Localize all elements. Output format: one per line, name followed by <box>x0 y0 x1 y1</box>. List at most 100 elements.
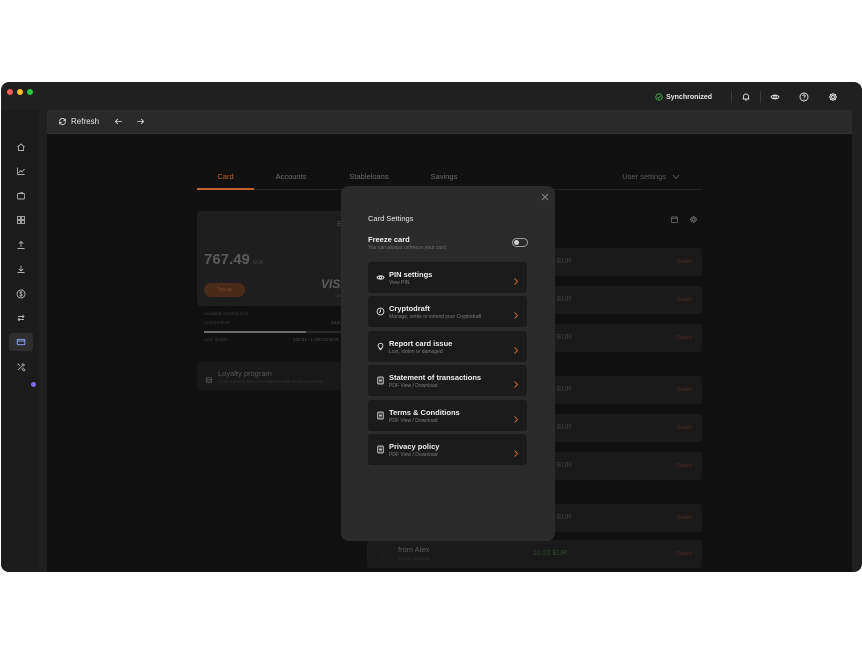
menu-item-privacy[interactable]: Privacy policy PDF View / Download <box>368 434 527 465</box>
mi-icon-wrap <box>376 307 385 316</box>
mi-icon-wrap <box>376 342 385 351</box>
card-panel: E 767.49 EUR Top up VISA Debit <box>197 211 349 306</box>
chev-wrap <box>513 342 519 354</box>
transaction-amount: EUR <box>557 424 572 431</box>
transaction-amount: EUR <box>557 296 572 303</box>
refresh-label: Refresh <box>71 117 100 126</box>
refresh-button[interactable]: Refresh <box>58 117 99 126</box>
card-icon <box>16 338 26 346</box>
menu-item-title: Cryptodraft <box>389 304 430 313</box>
close-icon <box>541 193 548 200</box>
sidebar-item-apps[interactable] <box>9 211 33 229</box>
card-settings-modal: Card Settings Freeze card You can always… <box>341 186 555 541</box>
mi-icon-wrap <box>376 376 385 385</box>
chev-wrap <box>513 376 519 388</box>
modal-close-button[interactable] <box>540 192 549 201</box>
tab-accounts[interactable]: Accounts <box>265 172 317 190</box>
eye-icon <box>376 275 385 280</box>
chart-icon <box>17 167 25 175</box>
chev-wrap <box>513 273 519 285</box>
chev-wrap <box>513 411 519 423</box>
sidebar-item-receive[interactable] <box>9 260 33 278</box>
chev-wrap <box>513 445 519 457</box>
gear-icon[interactable] <box>689 215 698 224</box>
user-settings-dropdown[interactable]: User settings <box>622 172 680 181</box>
transaction-details-link[interactable]: Details <box>677 335 692 341</box>
sidebar-item-analytics[interactable] <box>9 162 33 180</box>
transaction-subtitle: Top up received <box>398 556 430 561</box>
upload-icon <box>17 240 25 249</box>
forward-button[interactable] <box>135 117 145 127</box>
notifications-button[interactable] <box>741 92 751 102</box>
transaction-details-link[interactable]: Details <box>677 387 692 393</box>
help-icon <box>799 92 809 102</box>
chevron-down-icon <box>672 174 680 180</box>
home-icon <box>17 143 25 151</box>
chevron-right-icon <box>514 416 519 423</box>
transaction-row[interactable]: ↓ from Alex Top up received 10.22 EUR De… <box>367 540 702 568</box>
card-balance: 767.49 EUR <box>204 251 263 268</box>
limit-details-link[interactable]: Limit details <box>204 337 228 342</box>
loyalty-program-card[interactable]: Loyalty program Collect points and earn … <box>197 362 345 390</box>
toggle-knob <box>514 240 519 245</box>
window-controls <box>7 89 33 95</box>
minimize-window-button[interactable] <box>17 89 23 95</box>
chevron-right-icon <box>514 312 519 319</box>
sidebar-item-tools[interactable] <box>9 358 33 376</box>
maximize-window-button[interactable] <box>27 89 33 95</box>
mi-icon-wrap <box>376 445 385 454</box>
arrow-right-icon <box>136 118 144 125</box>
menu-item-title: Privacy policy <box>389 442 440 451</box>
sidebar-item-exchange[interactable] <box>9 309 33 327</box>
menu-item-title: PIN settings <box>389 270 433 279</box>
card-balance-currency: EUR <box>252 260 264 266</box>
transaction-details-link[interactable]: Details <box>677 463 692 469</box>
transactions-actions <box>670 215 698 224</box>
privacy-toggle-button[interactable] <box>770 92 780 102</box>
menu-item-terms[interactable]: Terms & Conditions PDF View / Download <box>368 400 527 431</box>
menu-item-cryptodraft[interactable]: Cryptodraft Manage, settle or extend you… <box>368 296 527 327</box>
close-window-button[interactable] <box>7 89 13 95</box>
menu-item-subtitle: PDF View / Download <box>389 383 438 389</box>
document-icon <box>377 376 384 385</box>
bell-icon <box>742 93 750 101</box>
sidebar-item-currency[interactable] <box>9 285 33 303</box>
loyalty-title: Loyalty program <box>218 369 272 378</box>
swap-icon <box>17 314 25 322</box>
calendar-icon[interactable] <box>670 215 679 224</box>
menu-item-report-issue[interactable]: Report card issue Lost, stolen or damage… <box>368 331 527 362</box>
sync-label: Synchronized <box>666 93 712 101</box>
limit-label: Current EUR <box>204 320 230 325</box>
card-balance-value: 767.49 <box>204 251 250 268</box>
help-button[interactable] <box>799 92 809 102</box>
settings-button[interactable] <box>828 92 838 102</box>
freeze-card-toggle[interactable] <box>512 238 528 247</box>
sidebar-item-wallet[interactable] <box>9 187 33 205</box>
transaction-from: from Alex <box>398 545 430 554</box>
freeze-card-title: Freeze card <box>368 235 410 244</box>
mi-icon-wrap <box>376 411 385 420</box>
transaction-details-link[interactable]: Details <box>677 425 692 431</box>
menu-item-subtitle: Manage, settle or extend your Cryptodraf… <box>389 314 482 320</box>
transaction-amount: EUR <box>557 386 572 393</box>
menu-item-pin-settings[interactable]: PIN settings View PIN <box>368 262 527 293</box>
transaction-details-link[interactable]: Details <box>677 515 692 521</box>
cryptodraft-icon <box>376 307 385 316</box>
sidebar-item-card[interactable] <box>9 333 33 351</box>
freeze-card-subtitle: You can always unfreeze your card <box>368 245 446 251</box>
menu-item-subtitle: PDF View / Download <box>389 418 438 424</box>
tab-card[interactable]: Card <box>197 172 254 190</box>
back-button[interactable] <box>113 117 123 127</box>
transaction-details-link[interactable]: Details <box>677 297 692 303</box>
sidebar-item-send[interactable] <box>9 236 33 254</box>
transaction-details-link[interactable]: Details <box>677 259 692 265</box>
menu-item-statement[interactable]: Statement of transactions PDF View / Dow… <box>368 365 527 396</box>
topup-button[interactable]: Top up <box>204 283 245 297</box>
user-settings-label: User settings <box>622 172 666 181</box>
transaction-details-link[interactable]: Details <box>677 551 692 557</box>
check-circle-icon <box>655 93 663 101</box>
limit-progress-bar <box>204 331 342 333</box>
sidebar-item-home[interactable] <box>9 138 33 156</box>
sync-status: Synchronized <box>655 93 722 101</box>
transaction-amount: EUR <box>557 514 572 521</box>
